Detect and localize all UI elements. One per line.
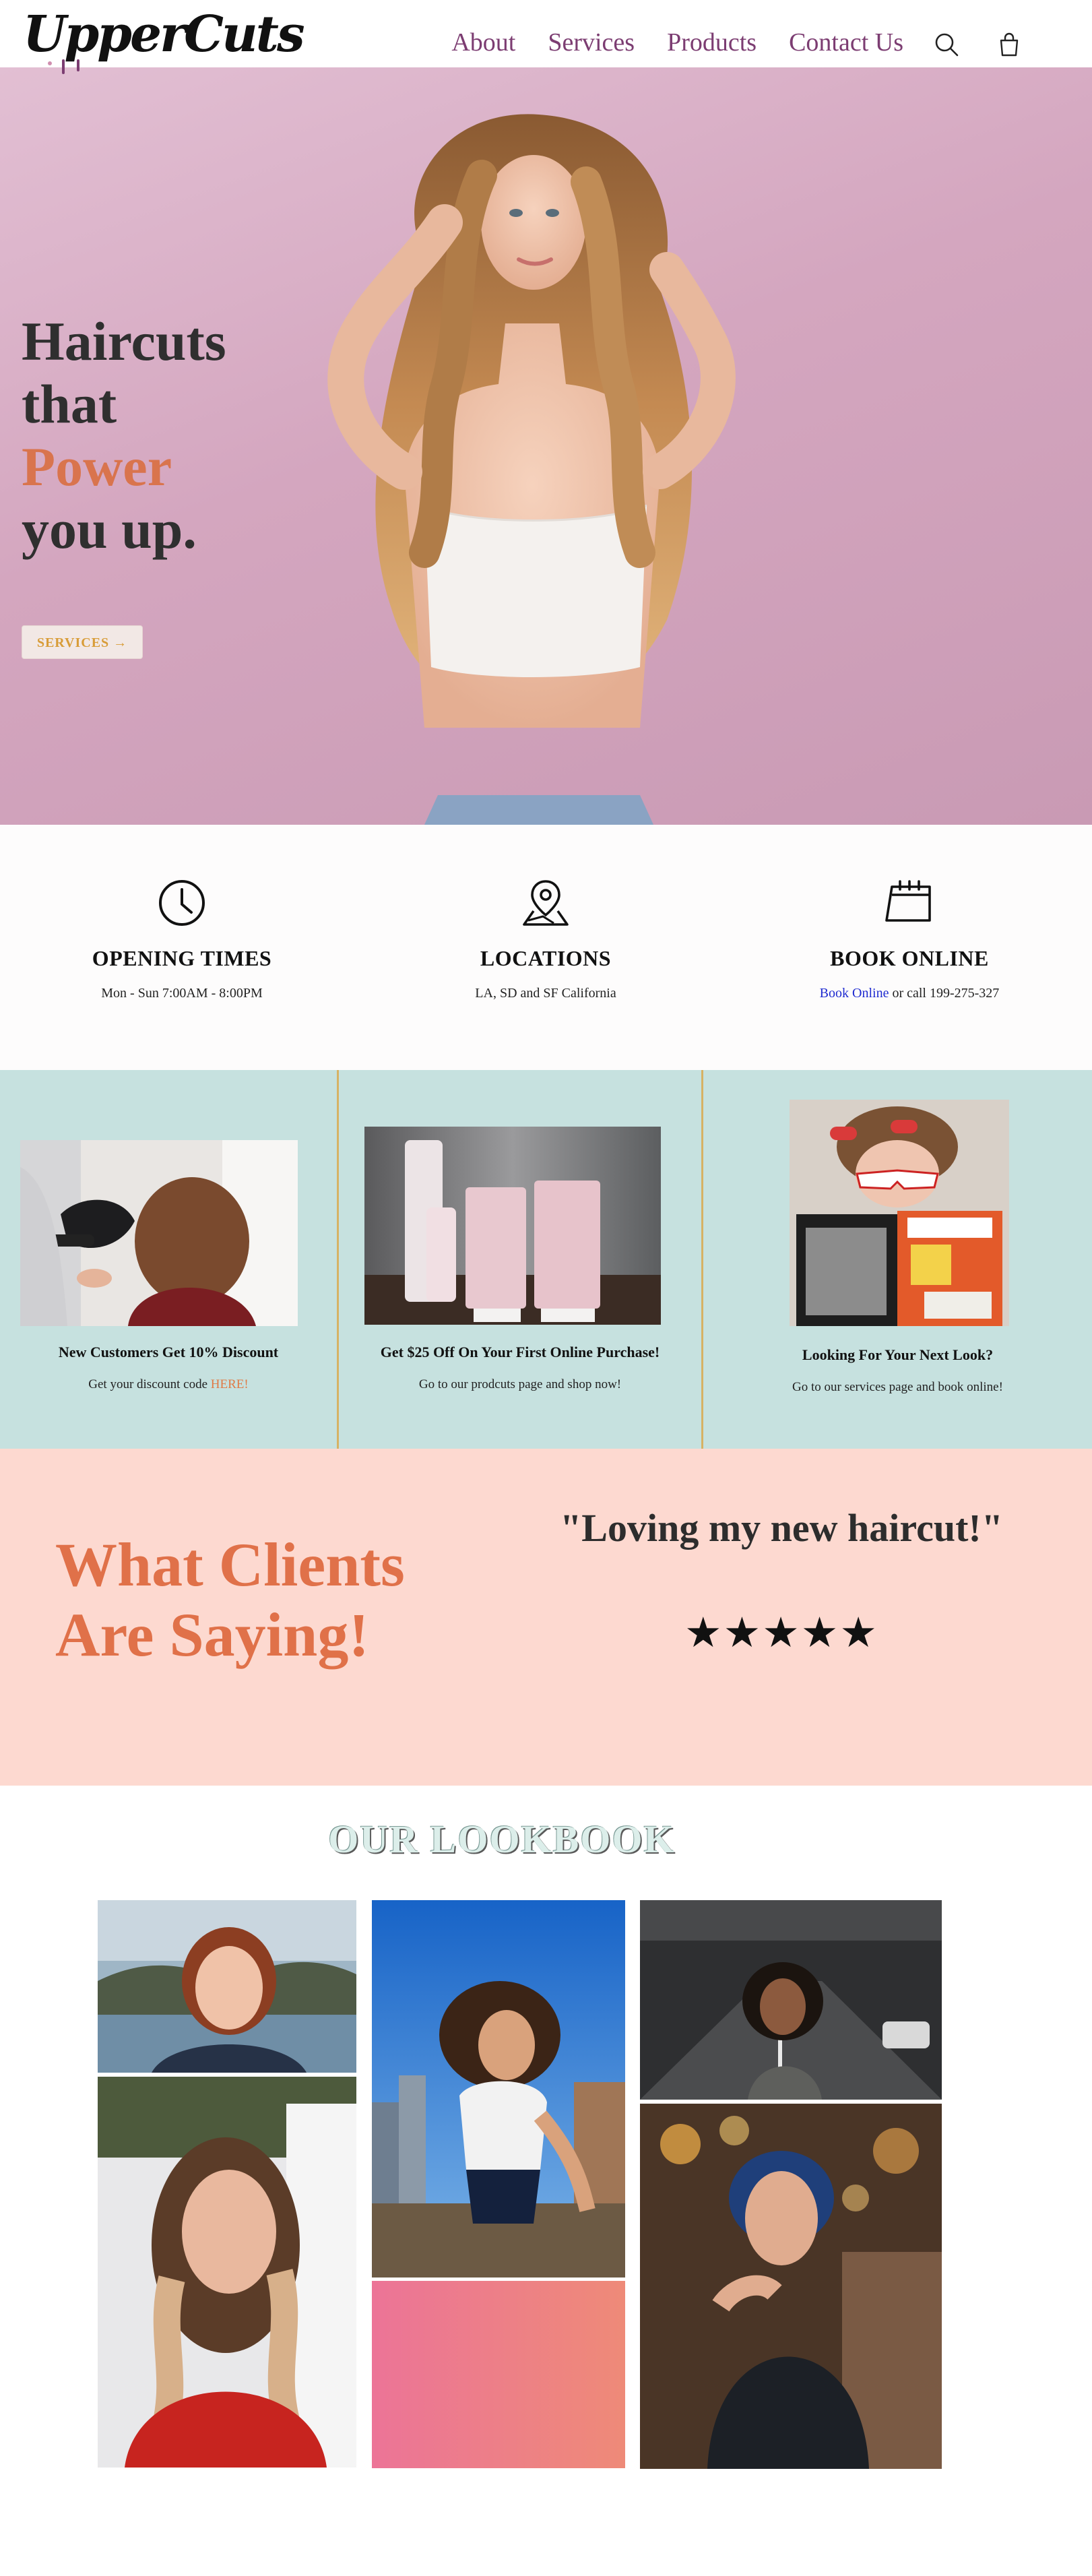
testimonials-section: What Clients Are Saying! "Loving my new … <box>0 1449 1092 1786</box>
lookbook-photo-red-sweater[interactable] <box>98 2077 356 2468</box>
hero-section: Haircuts that Power you up. SERVICES → <box>0 67 1092 825</box>
book-online-block: BOOK ONLINE Book Online or call 199-275-… <box>728 876 1091 1001</box>
clock-icon <box>159 880 205 926</box>
nav-about[interactable]: About <box>451 30 515 55</box>
promo-discount-text-prefix: Get your discount code <box>88 1377 211 1391</box>
lookbook-photo-blue-hair[interactable] <box>640 2104 942 2469</box>
hero-headline: Haircuts that Power you up. <box>22 310 226 561</box>
promo-discount-text: Get your discount code HERE! <box>0 1377 337 1392</box>
lookbook-photo-bob[interactable] <box>98 1900 356 2073</box>
lookbook-photo-city-curls[interactable] <box>372 1900 625 2277</box>
book-online-title: BOOK ONLINE <box>830 946 989 970</box>
testimonial-quote: "Loving my new haircut!" <box>560 1506 1003 1550</box>
calendar-icon <box>885 880 931 922</box>
opening-times-title: OPENING TIMES <box>92 946 272 970</box>
nav-services[interactable]: Services <box>548 30 635 55</box>
promo-next-look-title: Looking For Your Next Look? <box>802 1346 994 1363</box>
star-rating: ★★★★★ <box>684 1608 878 1657</box>
promo-card-online-purchase: Get $25 Off On Your First Online Purchas… <box>339 1070 701 1449</box>
lookbook-section: OUR LOOKBOOK <box>0 1786 1092 2576</box>
locations-block: LOCATIONS LA, SD and SF California <box>364 876 728 1001</box>
magazine-reader-photo <box>790 1100 1009 1326</box>
map-pin-icon <box>523 880 569 926</box>
testimonials-heading-line2: Are Saying! <box>55 1600 369 1669</box>
discount-code-link[interactable]: HERE! <box>211 1377 249 1391</box>
salon-styling-photo <box>20 1140 298 1326</box>
info-section: OPENING TIMES Mon - Sun 7:00AM - 8:00PM … <box>0 825 1092 1070</box>
hero-model-photo <box>327 114 736 825</box>
testimonials-heading-line1: What Clients <box>55 1530 405 1599</box>
lookbook-photo-pink-gradient[interactable] <box>372 2281 625 2468</box>
locations-text: LA, SD and SF California <box>475 986 616 1001</box>
hero-headline-accent: Power <box>22 436 172 497</box>
promo-card-discount: New Customers Get 10% Discount Get your … <box>0 1070 337 1449</box>
opening-times-text: Mon - Sun 7:00AM - 8:00PM <box>101 986 263 1001</box>
promotions-section: New Customers Get 10% Discount Get your … <box>0 1070 1092 1449</box>
promo-card-next-look: Looking For Your Next Look? Go to our se… <box>703 1070 1092 1449</box>
opening-times-block: OPENING TIMES Mon - Sun 7:00AM - 8:00PM <box>0 876 364 1001</box>
search-icon[interactable] <box>933 31 960 58</box>
site-logo[interactable]: UpperCuts <box>23 9 305 59</box>
hero-headline-line2: that <box>22 373 117 435</box>
site-header: UpperCuts About Services Products Contac… <box>0 0 1092 74</box>
locations-title: LOCATIONS <box>480 946 612 970</box>
book-online-link[interactable]: Book Online <box>820 986 889 1001</box>
lookbook-title: OUR LOOKBOOK <box>328 1817 676 1861</box>
nav-products[interactable]: Products <box>667 30 757 55</box>
promo-online-title: Get $25 Off On Your First Online Purchas… <box>380 1344 660 1360</box>
hair-products-photo <box>364 1127 661 1325</box>
book-online-phone: or call 199-275-327 <box>889 986 1000 1001</box>
main-nav: About Services Products Contact Us <box>451 30 903 55</box>
promo-discount-title: New Customers Get 10% Discount <box>58 1344 279 1360</box>
hero-headline-line4: you up. <box>22 499 197 560</box>
shopping-bag-icon[interactable] <box>996 31 1023 58</box>
logo-drips-decoration <box>48 59 79 74</box>
hero-headline-line1: Haircuts <box>22 311 226 372</box>
promo-next-look-text: Go to our services page and book online! <box>792 1380 1003 1394</box>
testimonials-heading: What Clients Are Saying! <box>55 1530 405 1670</box>
book-online-text: Book Online or call 199-275-327 <box>728 986 1091 1001</box>
lookbook-photo-street-curls[interactable] <box>640 1900 942 2100</box>
promo-online-text: Go to our prodcuts page and shop now! <box>418 1377 622 1391</box>
nav-contact-us[interactable]: Contact Us <box>789 30 903 55</box>
services-button[interactable]: SERVICES → <box>22 625 143 659</box>
